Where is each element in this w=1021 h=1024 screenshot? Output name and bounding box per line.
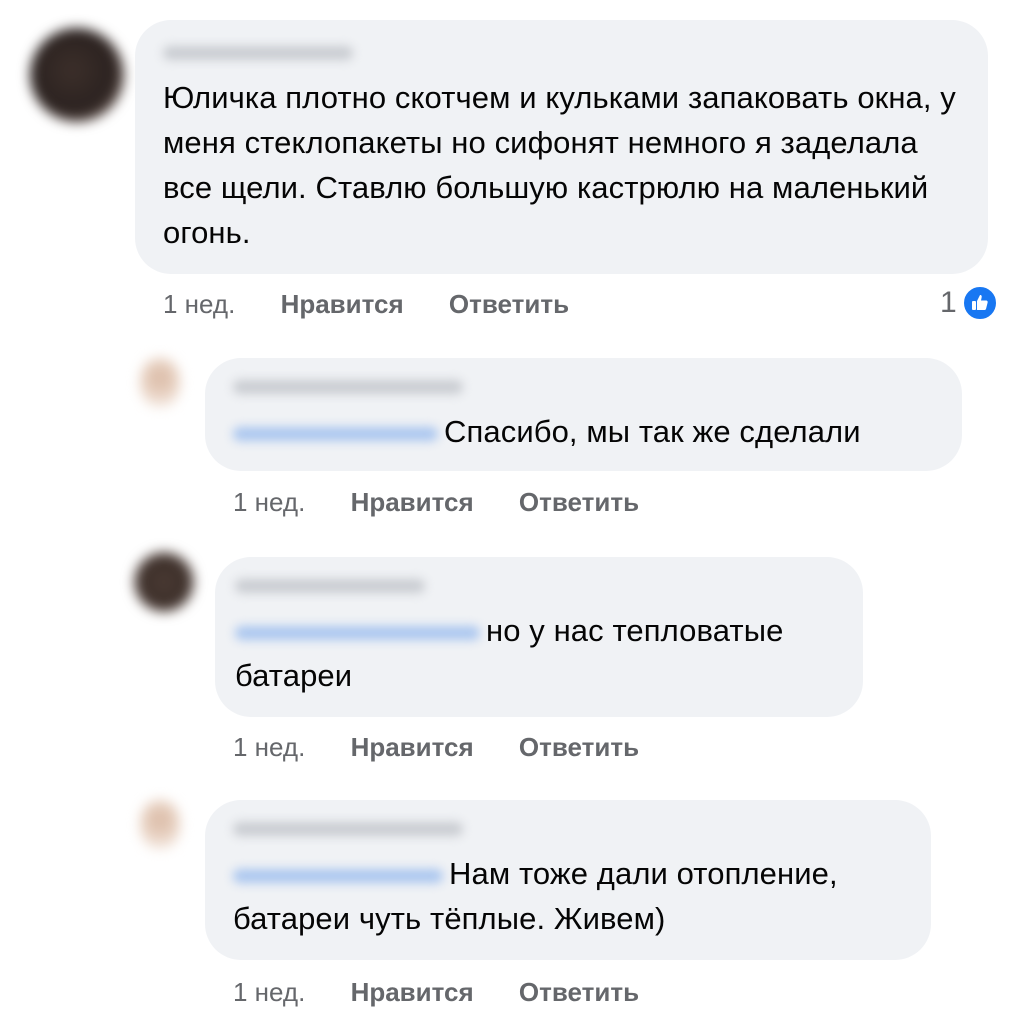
reply-button[interactable]: Ответить <box>519 732 639 763</box>
comment-bubble: Нам тоже дали отопление, батареи чуть тё… <box>205 800 931 960</box>
comment-bubble: но у нас тепловатые батареи <box>215 557 863 717</box>
avatar[interactable] <box>134 552 194 612</box>
mention-blurred[interactable] <box>233 426 438 441</box>
like-button[interactable]: Нравится <box>351 487 474 518</box>
comment-actions: 1 нед. Нравится Ответить <box>233 977 639 1008</box>
comment-actions: 1 нед. Нравится Ответить <box>233 732 639 763</box>
comment-time[interactable]: 1 нед. <box>233 977 305 1008</box>
comment-text: Спасибо, мы так же сделали <box>444 414 861 449</box>
author-name-blurred[interactable] <box>235 579 425 593</box>
like-button[interactable]: Нравится <box>351 732 474 763</box>
comment-time[interactable]: 1 нед. <box>233 732 305 763</box>
comment-actions: 1 нед. Нравится Ответить <box>233 487 639 518</box>
comment-bubble: Спасибо, мы так же сделали <box>205 358 962 471</box>
avatar[interactable] <box>30 28 124 122</box>
comment-time[interactable]: 1 нед. <box>163 289 235 320</box>
comment-text: Юличка плотно скотчем и кульками запаков… <box>163 80 956 250</box>
reply-button[interactable]: Ответить <box>449 289 569 320</box>
avatar[interactable] <box>140 358 180 408</box>
mention-blurred[interactable] <box>235 625 480 640</box>
comment-time[interactable]: 1 нед. <box>233 487 305 518</box>
avatar[interactable] <box>140 800 180 850</box>
author-name-blurred[interactable] <box>233 380 463 394</box>
author-name-blurred[interactable] <box>233 822 463 836</box>
reply-button[interactable]: Ответить <box>519 977 639 1008</box>
reply-button[interactable]: Ответить <box>519 487 639 518</box>
mention-blurred[interactable] <box>233 868 443 883</box>
comment-bubble: Юличка плотно скотчем и кульками запаков… <box>135 20 988 274</box>
author-name-blurred[interactable] <box>163 46 353 60</box>
like-button[interactable]: Нравится <box>281 289 404 320</box>
like-button[interactable]: Нравится <box>351 977 474 1008</box>
comment-actions: 1 нед. Нравится Ответить <box>163 289 569 320</box>
thumbs-up-icon <box>960 284 999 322</box>
reaction-summary[interactable]: 1 <box>940 284 999 322</box>
reaction-count: 1 <box>940 286 957 319</box>
